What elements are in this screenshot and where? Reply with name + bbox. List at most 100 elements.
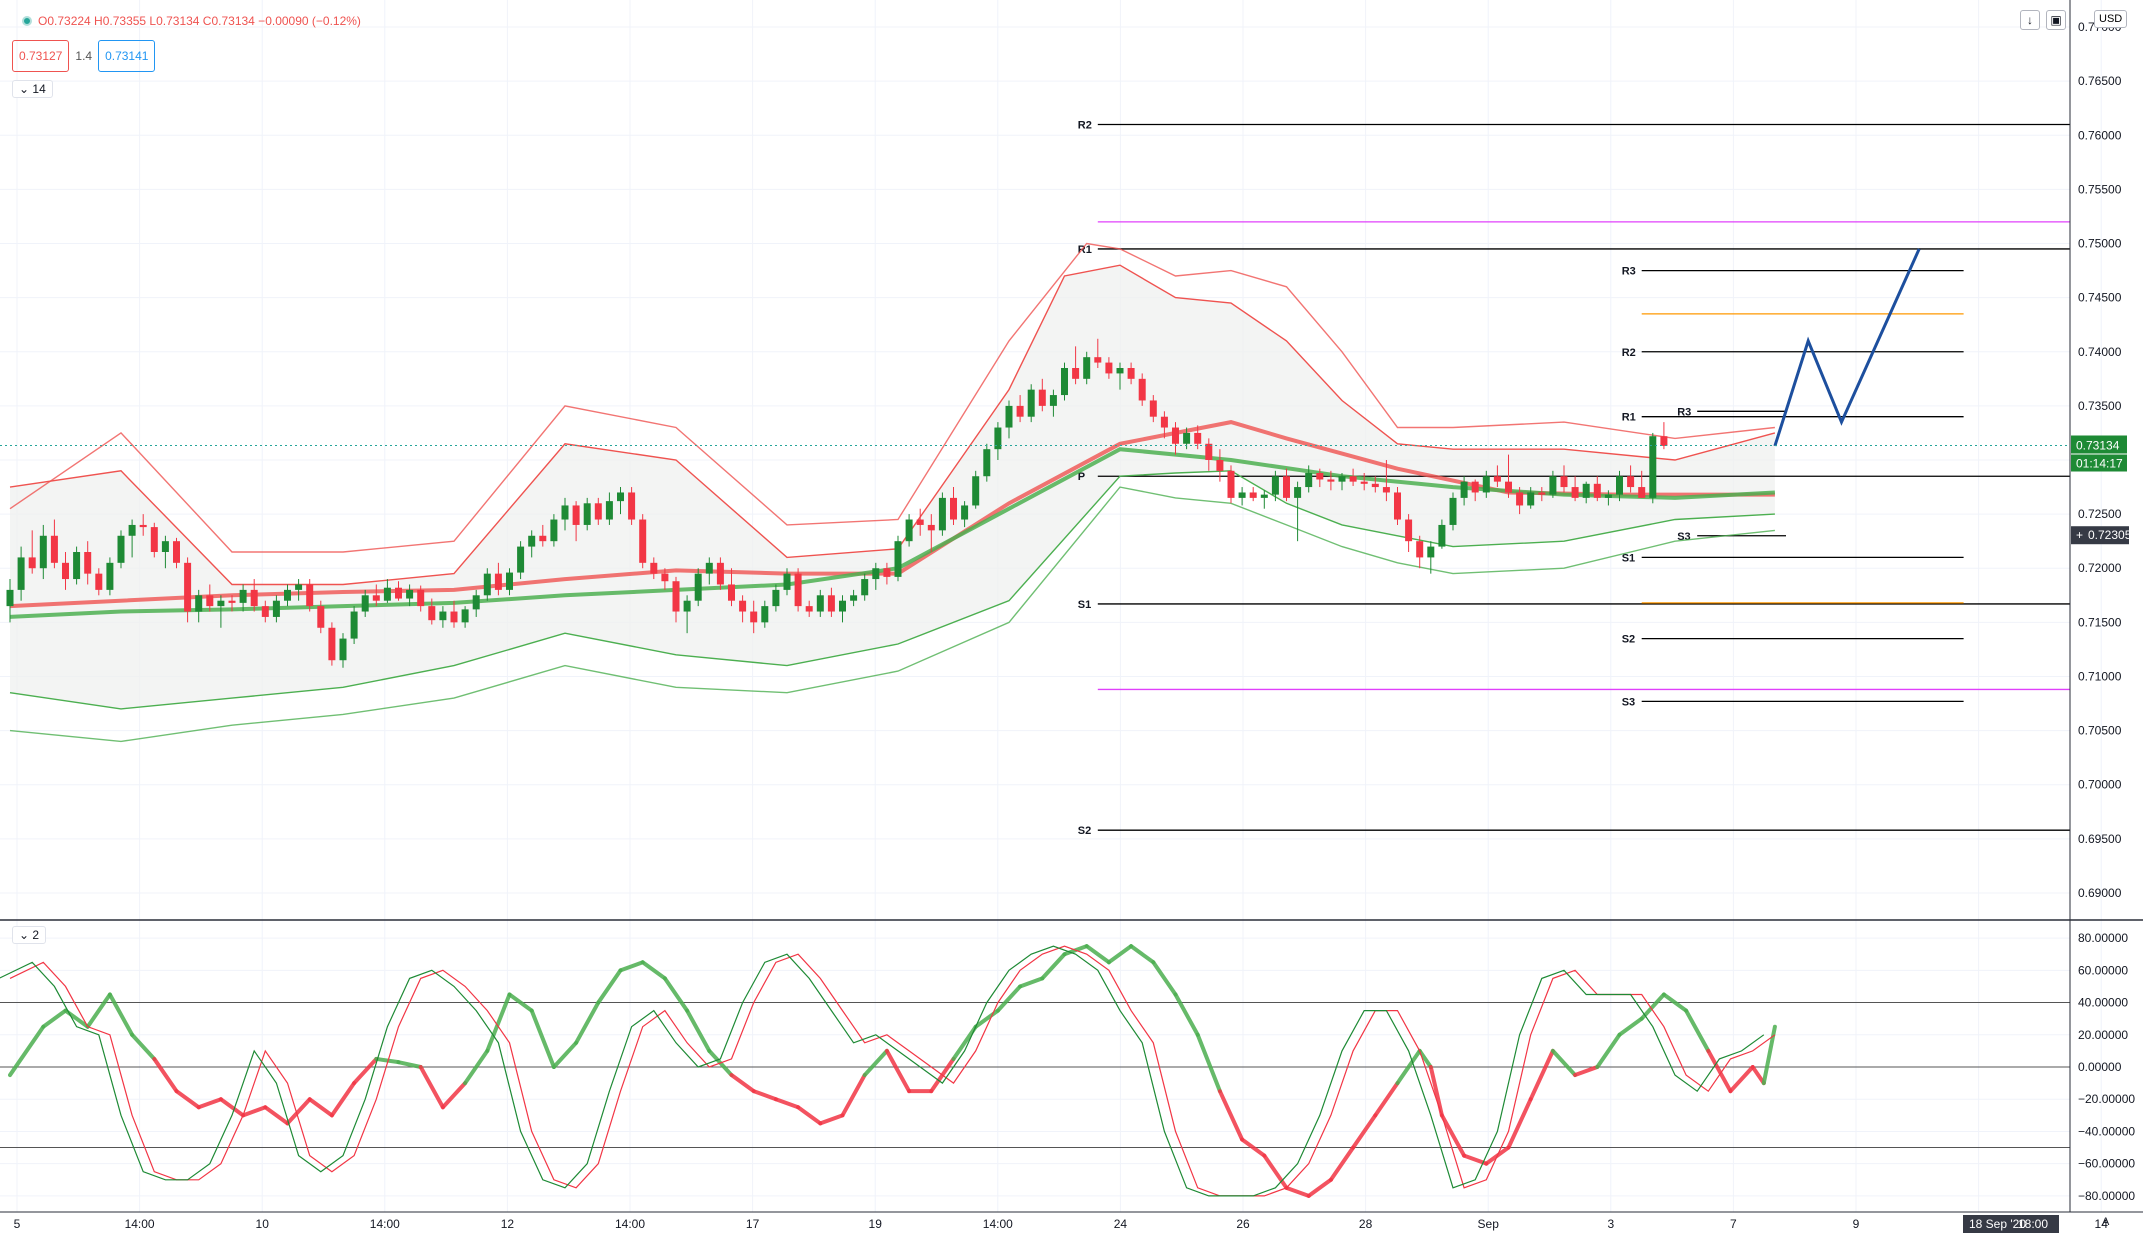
candle-body xyxy=(517,546,525,573)
osc-signal-line xyxy=(0,945,1765,1197)
candle-body xyxy=(850,595,858,601)
time-tick-label: 14:00 xyxy=(983,1217,1013,1231)
candle-body xyxy=(705,562,713,574)
candle-body xyxy=(95,573,103,590)
price-tick-label: 0.69500 xyxy=(2078,832,2122,846)
candle-body xyxy=(1271,476,1279,495)
candle-body xyxy=(1238,492,1246,498)
candle-body xyxy=(1038,389,1046,406)
candle-body xyxy=(783,573,791,590)
candle-body xyxy=(728,584,735,601)
osc-tick-label: 80.00000 xyxy=(2078,931,2128,945)
time-tick-label: 24 xyxy=(1114,1217,1128,1231)
chart-canvas[interactable]: R2R1PS1S2R3R2R1S1S2S3R3S30.770000.765000… xyxy=(0,0,2143,1240)
osc-tick-label: −80.00000 xyxy=(2078,1189,2135,1203)
last-price-text: 0.73134 xyxy=(2076,438,2120,452)
candle-body xyxy=(805,606,813,612)
osc-main-line xyxy=(1528,1048,1555,1102)
candle-body xyxy=(1283,476,1290,498)
candle-body xyxy=(1183,432,1191,444)
osc-main-line xyxy=(662,976,690,1013)
osc-main-line xyxy=(1550,1048,1578,1078)
candle-body xyxy=(1061,368,1068,396)
candle-body xyxy=(1005,405,1013,428)
osc-main-line xyxy=(840,1073,867,1118)
price-tick-label: 0.75500 xyxy=(2078,182,2122,196)
candle-body xyxy=(261,606,269,617)
osc-main-line xyxy=(418,1065,445,1110)
main-indicator-toggle[interactable]: ⌄ 14 xyxy=(12,80,53,98)
price-tick-label: 0.74000 xyxy=(2078,345,2122,359)
osc-main-line xyxy=(396,1060,423,1069)
osc-main-line xyxy=(218,1097,246,1118)
pivot-level-label: S2 xyxy=(1622,634,1635,646)
candle-body xyxy=(161,541,169,552)
candle-body xyxy=(1571,487,1579,498)
osc-main-line xyxy=(1129,944,1156,965)
candle-body xyxy=(383,587,391,601)
osc-main-line xyxy=(1428,1065,1444,1118)
candle-body xyxy=(417,589,425,607)
candle-body xyxy=(173,541,180,563)
candle-body xyxy=(1260,494,1268,498)
candle-body xyxy=(62,562,69,580)
candle-body xyxy=(916,519,924,525)
currency-label[interactable]: USD xyxy=(2094,10,2128,28)
candle-body xyxy=(716,562,724,585)
candle-body xyxy=(561,505,569,520)
pivot-level-label: R2 xyxy=(1622,347,1636,359)
candle-body xyxy=(839,600,846,612)
candle-body xyxy=(1505,481,1512,493)
candle-body xyxy=(1116,368,1124,374)
osc-indicator-label: 2 xyxy=(32,928,40,942)
osc-main-line xyxy=(1084,944,1111,965)
pivot-level-label: S3 xyxy=(1622,696,1635,708)
candle-body xyxy=(306,584,314,607)
time-tick-label: 7 xyxy=(1730,1217,1737,1231)
time-tick-label: 5 xyxy=(14,1217,21,1231)
price-tick-label: 0.73500 xyxy=(2078,399,2122,413)
osc-main-line xyxy=(130,1032,157,1061)
down-arrow-icon[interactable]: ↓ xyxy=(2020,10,2040,30)
auto-scale-button[interactable]: A xyxy=(2102,1216,2109,1228)
candle-body xyxy=(583,503,591,525)
candle-body xyxy=(894,541,902,577)
candle-body xyxy=(217,600,225,607)
candle-body xyxy=(1094,357,1102,363)
candle-body xyxy=(1438,524,1446,547)
osc-main-line xyxy=(1217,1089,1245,1142)
osc-main-line xyxy=(951,1024,978,1061)
candle-body xyxy=(239,589,247,603)
ask-price[interactable]: 0.73141 xyxy=(98,40,156,72)
osc-main-line xyxy=(307,1097,334,1118)
candle-body xyxy=(761,606,769,623)
osc-main-line xyxy=(618,960,645,973)
status-dot-icon xyxy=(22,16,32,26)
candle-body xyxy=(50,535,58,563)
candle-body xyxy=(594,503,602,520)
time-tick-label: 10 xyxy=(256,1217,270,1231)
candle-body xyxy=(528,535,536,547)
candle-body xyxy=(284,589,291,601)
candle-body xyxy=(1360,481,1368,484)
osc-main-line xyxy=(1506,1097,1533,1150)
price-tick-label: 0.76500 xyxy=(2078,74,2122,88)
fullscreen-icon[interactable]: ▣ xyxy=(2046,10,2066,30)
candle-body xyxy=(661,573,669,582)
candle-body xyxy=(639,519,647,563)
candle-body xyxy=(1638,487,1646,498)
candle-body xyxy=(739,600,747,612)
osc-main-line xyxy=(107,992,135,1037)
candle-body xyxy=(150,527,158,552)
osc-main-line xyxy=(1040,952,1067,981)
candle-body xyxy=(1027,389,1035,417)
candle-body xyxy=(17,557,25,590)
osc-main-line xyxy=(1306,1177,1333,1198)
candle-body xyxy=(872,568,880,580)
osc-main-line xyxy=(529,1008,556,1069)
candle-body xyxy=(617,492,624,502)
osc-indicator-toggle[interactable]: ⌄ 2 xyxy=(12,926,47,944)
candle-body xyxy=(184,562,192,612)
bid-price[interactable]: 0.73127 xyxy=(12,40,70,72)
candle-body xyxy=(106,562,114,590)
